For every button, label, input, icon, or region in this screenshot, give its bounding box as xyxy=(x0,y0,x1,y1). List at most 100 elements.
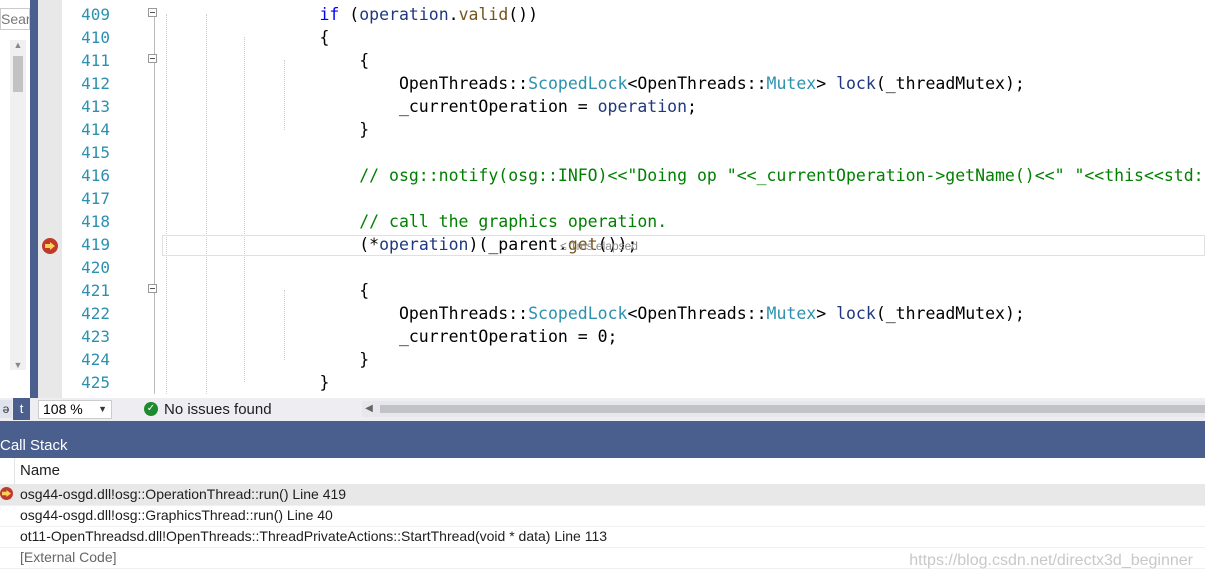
code-text: // call the graphics operation. xyxy=(240,210,667,233)
code-line[interactable]: 414 } xyxy=(38,118,1205,141)
code-token: > xyxy=(816,304,837,323)
call-stack-title: Call Stack xyxy=(0,433,1205,458)
code-text: } xyxy=(240,118,369,141)
code-line[interactable]: 418 // call the graphics operation. xyxy=(38,210,1205,233)
scroll-left-icon[interactable]: ◀ xyxy=(362,401,376,417)
call-stack-frame-name: ot11-OpenThreadsd.dll!OpenThreads::Threa… xyxy=(20,528,608,544)
code-line[interactable]: 409 if (operation.valid()) xyxy=(38,3,1205,26)
code-line[interactable]: 422 OpenThreads::ScopedLock<OpenThreads:… xyxy=(38,302,1205,325)
line-number: 421 xyxy=(81,281,110,300)
code-line[interactable]: 415 xyxy=(38,141,1205,164)
code-line[interactable]: 413 _currentOperation = operation; xyxy=(38,95,1205,118)
code-token: <OpenThreads:: xyxy=(627,74,767,93)
tool-icon[interactable]: ǝ xyxy=(0,400,12,418)
call-stack-frame-name: [External Code] xyxy=(20,549,117,565)
line-number: 417 xyxy=(81,189,110,208)
fold-icon[interactable] xyxy=(148,8,157,17)
code-line[interactable]: 424 } xyxy=(38,348,1205,371)
code-line[interactable]: 425 } xyxy=(38,371,1205,394)
code-token: _currentOperation = 0; xyxy=(240,327,618,346)
zoom-dropdown[interactable]: 108 % ▼ xyxy=(38,400,112,419)
panel-divider xyxy=(30,0,38,398)
code-token: ()) xyxy=(508,5,539,24)
fold-icon[interactable] xyxy=(148,284,157,293)
code-token: . xyxy=(448,5,459,24)
code-token: operation xyxy=(359,5,449,24)
code-token: } xyxy=(240,350,370,369)
scroll-thumb[interactable] xyxy=(380,405,1205,413)
line-number: 418 xyxy=(81,212,110,231)
code-text: _currentOperation = operation; xyxy=(240,95,697,118)
zoom-value: 108 % xyxy=(43,401,83,417)
solution-explorer-strip: Sear ▲ ▼ xyxy=(0,0,30,398)
code-editor[interactable]: 409 if (operation.valid()) 410 {411 {412 … xyxy=(38,0,1205,398)
call-stack-panel: Name osg44-osgd.dll!osg::OperationThread… xyxy=(0,458,1205,578)
code-token: // osg::notify(osg::INFO)<<"Doing op "<<… xyxy=(240,166,1205,185)
code-line[interactable]: 421 { xyxy=(38,279,1205,302)
line-number: 422 xyxy=(81,304,110,323)
code-line[interactable]: 416 // osg::notify(osg::INFO)<<"Doing op… xyxy=(38,164,1205,187)
call-stack-frame-name: osg44-osgd.dll!osg::GraphicsThread::run(… xyxy=(20,507,333,523)
search-input[interactable]: Sear xyxy=(0,8,30,30)
code-line[interactable]: 411 { xyxy=(38,49,1205,72)
left-scrollbar[interactable]: ▲ ▼ xyxy=(10,40,26,370)
code-token: _currentOperation = xyxy=(240,97,598,116)
code-token: lock xyxy=(836,74,876,93)
scroll-up-icon[interactable]: ▲ xyxy=(10,40,26,50)
code-line[interactable]: 410 { xyxy=(38,26,1205,49)
code-token: { xyxy=(240,51,370,70)
code-token: Mutex xyxy=(766,74,817,93)
code-line[interactable]: 417 xyxy=(38,187,1205,210)
code-token: (* xyxy=(240,235,380,254)
fold-icon[interactable] xyxy=(148,54,157,63)
line-number: 424 xyxy=(81,350,110,369)
code-line[interactable]: 420 xyxy=(38,256,1205,279)
current-frame-arrow-icon xyxy=(0,487,13,500)
code-token: if xyxy=(319,5,340,24)
code-token: (_threadMutex); xyxy=(875,74,1025,93)
code-token: ( xyxy=(339,5,360,24)
code-text: } xyxy=(240,371,329,394)
code-text: _currentOperation = 0; xyxy=(240,325,618,348)
code-token: )(_parent. xyxy=(468,235,568,254)
line-number: 410 xyxy=(81,28,110,47)
code-token: } xyxy=(240,373,330,392)
watermark: https://blog.csdn.net/directx3d_beginner xyxy=(909,552,1193,569)
call-stack-row[interactable]: ot11-OpenThreadsd.dll!OpenThreads::Threa… xyxy=(0,526,1205,548)
code-text: if (operation.valid()) xyxy=(240,3,538,26)
code-line[interactable]: 423 _currentOperation = 0; xyxy=(38,325,1205,348)
line-number: 415 xyxy=(81,143,110,162)
success-check-icon: ✓ xyxy=(144,402,158,416)
code-token: > xyxy=(816,74,837,93)
panel-separator[interactable] xyxy=(0,421,1205,433)
code-token: Mutex xyxy=(766,304,817,323)
scroll-thumb[interactable] xyxy=(13,56,23,92)
code-token: } xyxy=(240,120,370,139)
line-number: 411 xyxy=(81,51,110,70)
code-text: // osg::notify(osg::INFO)<<"Doing op "<<… xyxy=(240,164,1205,187)
code-token: ; xyxy=(687,97,697,116)
code-line[interactable]: 412 OpenThreads::ScopedLock<OpenThreads:… xyxy=(38,72,1205,95)
call-stack-row[interactable]: osg44-osgd.dll!osg::GraphicsThread::run(… xyxy=(0,505,1205,527)
horizontal-scrollbar[interactable]: ◀ xyxy=(362,401,1205,417)
issues-status[interactable]: No issues found xyxy=(164,401,272,418)
code-token: { xyxy=(240,281,370,300)
line-number: 413 xyxy=(81,97,110,116)
current-statement-arrow-icon[interactable] xyxy=(42,238,58,254)
tool-tab-icon[interactable]: t xyxy=(13,398,30,420)
call-stack-row[interactable]: osg44-osgd.dll!osg::OperationThread::run… xyxy=(0,484,1205,506)
line-number: 423 xyxy=(81,327,110,346)
scroll-down-icon[interactable]: ▼ xyxy=(10,360,26,370)
code-text: OpenThreads::ScopedLock<OpenThreads::Mut… xyxy=(240,72,1025,95)
code-token: operation xyxy=(379,235,469,254)
code-token: // call the graphics operation. xyxy=(240,212,668,231)
code-token: (_threadMutex); xyxy=(875,304,1025,323)
elapsed-time-hint: ≤ 1ms elapsed xyxy=(560,239,638,253)
line-number: 419 xyxy=(81,235,110,254)
code-text: { xyxy=(240,26,329,49)
dropdown-caret-icon: ▼ xyxy=(98,404,107,414)
code-text: { xyxy=(240,49,369,72)
code-token: <OpenThreads:: xyxy=(627,304,767,323)
column-name-header[interactable]: Name xyxy=(20,462,60,479)
